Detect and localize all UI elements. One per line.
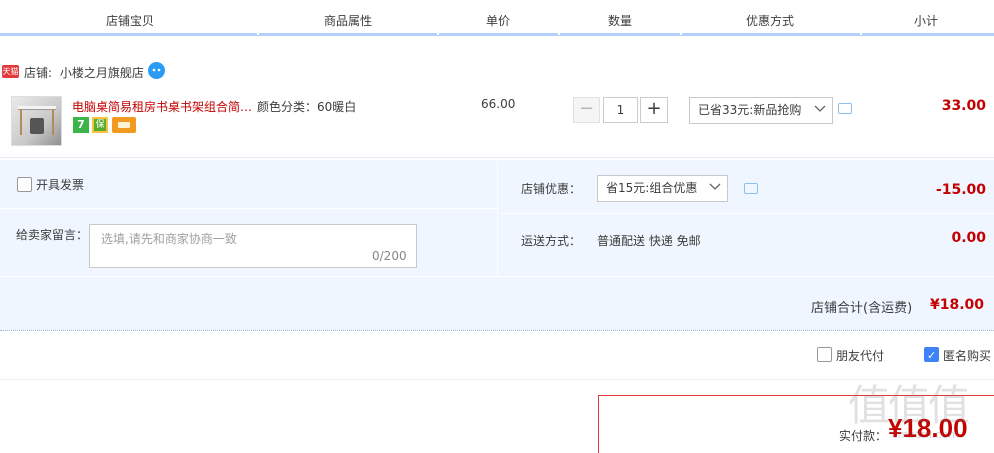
header-attributes: 商品属性 xyxy=(323,14,372,28)
product-attribute: 颜色分类：60暖白 xyxy=(257,100,357,114)
friend-pay-label[interactable]: 朋友代付 xyxy=(836,347,884,364)
header-unit-price: 单价 xyxy=(485,14,510,28)
chevron-down-icon xyxy=(709,183,721,190)
shop-name-line: 店铺: 小楼之月旗舰店 xyxy=(24,64,144,81)
invoice-label[interactable]: 开具发票 xyxy=(36,176,84,193)
anonymous-label[interactable]: 匿名购买 xyxy=(943,347,991,364)
shipping-label: 运送方式： xyxy=(521,234,582,248)
shop-discount-amount: -15.00 xyxy=(935,182,986,198)
shop-label: 店铺: xyxy=(24,66,53,80)
guarantee-icon: 保 xyxy=(92,117,108,133)
comment-icon[interactable] xyxy=(744,183,758,194)
table-header: 店铺宝贝 商品属性 单价 数量 优惠方式 小计 xyxy=(0,0,994,36)
shop-discount-value: 省15元:组合优惠 xyxy=(606,181,698,195)
watermark-sub: smzdm.com xyxy=(892,428,959,441)
seller-message-label: 给卖家留言： xyxy=(16,228,89,242)
tmall-icon: 天猫 xyxy=(2,65,19,78)
shop-discount-label: 店铺优惠： xyxy=(521,182,582,196)
shipping-amount: 0.00 xyxy=(951,230,986,246)
wangwang-chat-icon[interactable] xyxy=(148,62,165,79)
invoice-checkbox[interactable] xyxy=(17,177,32,192)
chevron-down-icon xyxy=(814,105,826,112)
header-promotion: 优惠方式 xyxy=(745,14,794,28)
product-title-link[interactable]: 电脑桌简易租房书桌书架组合简约现代 xyxy=(72,98,254,115)
checkmark-icon: ✓ xyxy=(927,349,937,362)
seven-day-return-icon: 7 xyxy=(73,117,89,133)
seller-message-placeholder: 选填,请先和商家协商一致 xyxy=(101,232,237,246)
item-promotion-select[interactable]: 已省33元:新品抢购 xyxy=(689,97,833,124)
comment-icon[interactable] xyxy=(838,103,852,114)
shop-discount-select[interactable]: 省15元:组合优惠 xyxy=(597,175,728,202)
watermark: 值值值 xyxy=(848,381,970,430)
item-subtotal: 33.00 xyxy=(941,98,986,114)
shop-total-label: 店铺合计(含运费) xyxy=(811,301,913,316)
shop-name-link[interactable]: 小楼之月旗舰店 xyxy=(60,66,144,80)
header-subtotal: 小计 xyxy=(913,14,938,28)
unit-price: 66.00 xyxy=(481,97,516,111)
header-shop-item: 店铺宝贝 xyxy=(105,14,154,28)
seller-message-counter: 0/200 xyxy=(372,249,407,263)
shipping-method: 普通配送 快递 免邮 xyxy=(597,234,701,248)
shop-total-value: ¥18.00 xyxy=(930,297,985,313)
friend-pay-checkbox[interactable] xyxy=(817,347,832,362)
quantity-decrease-button[interactable]: − xyxy=(573,97,600,123)
quantity-increase-button[interactable]: + xyxy=(640,97,668,123)
header-quantity: 数量 xyxy=(607,14,632,28)
item-promotion-value: 已省33元:新品抢购 xyxy=(698,103,802,117)
quantity-input[interactable]: 1 xyxy=(603,97,638,123)
